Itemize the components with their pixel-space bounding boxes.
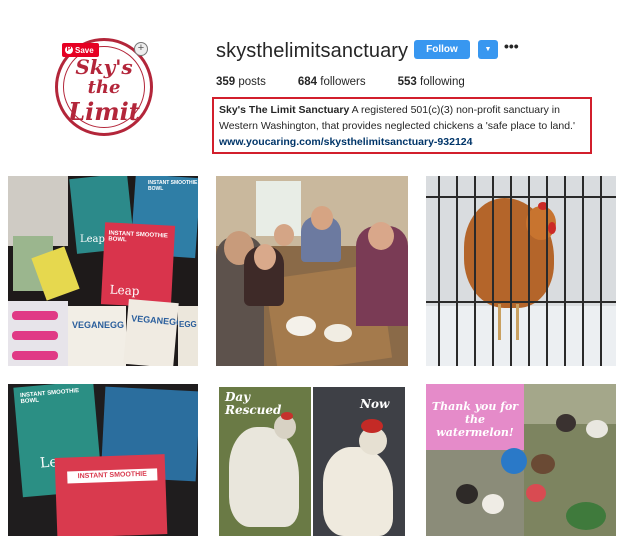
caption-day-rescued: Day Rescued xyxy=(225,390,282,417)
suggestions-dropdown-button[interactable]: ▼ xyxy=(478,40,498,59)
stat-label: followers xyxy=(317,76,366,88)
pinterest-save-button[interactable]: P Save xyxy=(62,43,99,57)
more-options-button[interactable]: ••• xyxy=(504,39,519,54)
logo-word-3: Limit xyxy=(68,97,140,126)
divider xyxy=(311,387,313,536)
cage-bar xyxy=(528,176,530,366)
packet-brand: Leap xyxy=(109,282,140,299)
cage-bar xyxy=(456,176,458,366)
cage-bar xyxy=(426,301,616,303)
veganegg-label: VEGANEGG xyxy=(72,320,125,330)
pinterest-icon: P xyxy=(65,46,73,54)
packet: INSTANT SMOOTHIE BOWL xyxy=(54,454,168,536)
face xyxy=(311,206,333,230)
follow-button[interactable]: Follow xyxy=(414,40,470,59)
chicken-comb xyxy=(361,419,383,433)
plus-icon[interactable]: + xyxy=(134,42,148,56)
packet-label: INSTANT SMOOTHIE BOWL xyxy=(108,230,168,244)
chicken-leg xyxy=(516,304,519,340)
chicken-body xyxy=(229,427,299,527)
bio-name: Sky's The Limit Sanctuary xyxy=(219,104,350,116)
plate xyxy=(324,324,352,342)
caret-down-icon: ▼ xyxy=(484,46,492,53)
profile-bio: Sky's The Limit Sanctuary A registered 5… xyxy=(212,97,592,154)
veganegg-box: VEGANEGG xyxy=(123,298,184,366)
stat-count: 553 xyxy=(397,76,417,88)
blue-ball xyxy=(501,448,527,474)
post-tile[interactable]: Thank you for the watermelon! xyxy=(426,384,616,536)
chicken xyxy=(456,484,478,504)
face xyxy=(254,244,276,270)
profile-stats: 359 posts 684 followers 553 following xyxy=(216,76,497,88)
plate xyxy=(286,316,316,336)
chicken xyxy=(556,414,576,432)
post-tile[interactable]: INSTANT SMOOTHIE BOWL Leap INSTANT SMOOT… xyxy=(8,384,198,536)
packet-label: INSTANT SMOOTHIE BOWL xyxy=(148,180,198,192)
cage-bar xyxy=(582,176,584,366)
cage-bar xyxy=(474,176,476,366)
chicken xyxy=(531,454,555,474)
caption-now: Now xyxy=(360,397,390,411)
watermelon-slice xyxy=(526,484,546,502)
stat-followers[interactable]: 684 followers xyxy=(298,76,366,88)
veganegg-label: VEGANEGG xyxy=(130,313,184,328)
bio-link[interactable]: www.youcaring.com/skysthelimitsanctuary-… xyxy=(219,134,585,150)
packet-brand: Leap xyxy=(80,234,105,245)
watermelon xyxy=(566,502,606,530)
chicken-wattle xyxy=(548,222,556,234)
chicken xyxy=(586,420,608,438)
stat-count: 684 xyxy=(297,76,318,88)
chicken-body xyxy=(323,447,393,536)
post-tile[interactable] xyxy=(216,176,408,366)
packet: INSTANT SMOOTHIE BOWL Leap xyxy=(100,222,176,308)
cage-bar xyxy=(510,176,512,366)
cage-bar xyxy=(600,176,602,366)
face xyxy=(368,222,394,250)
egg-label: EGG xyxy=(179,320,197,329)
veganegg-box: VEGANEGG xyxy=(68,306,126,366)
cage-bar xyxy=(438,176,440,366)
face xyxy=(274,224,294,246)
post-tile[interactable]: Day Rescued Now xyxy=(219,387,405,536)
packet-label: INSTANT SMOOTHIE BOWL xyxy=(19,387,80,406)
stat-label: posts xyxy=(235,76,266,88)
packet-label: INSTANT SMOOTHIE BOWL xyxy=(67,468,158,491)
candy xyxy=(31,246,80,301)
stat-posts: 359 posts xyxy=(216,76,266,88)
cage-bar xyxy=(546,176,548,366)
cage-floor xyxy=(426,306,616,366)
stat-following[interactable]: 553 following xyxy=(398,76,465,88)
stat-count: 359 xyxy=(216,76,236,88)
chicken-leg xyxy=(498,304,501,340)
stat-label: following xyxy=(416,76,465,88)
chicken xyxy=(482,494,504,514)
post-tile[interactable]: INSTANT SMOOTHIE BOWL Leap INSTANT SMOOT… xyxy=(8,176,198,366)
tube xyxy=(12,351,58,360)
cage-bar xyxy=(492,176,494,366)
post-tile[interactable] xyxy=(426,176,616,366)
egg-box: EGG xyxy=(178,306,198,366)
logo-word-2: the xyxy=(87,77,121,98)
cage-bar xyxy=(426,196,616,198)
tube xyxy=(12,331,58,340)
cage-bar xyxy=(564,176,566,366)
tube xyxy=(12,311,58,320)
profile-username: skysthelimitsanctuary xyxy=(216,40,409,62)
caption-thank-you: Thank you for the watermelon! xyxy=(431,400,519,439)
pin-save-label: Save xyxy=(75,45,94,55)
logo-word-1: Sky's xyxy=(75,55,133,79)
